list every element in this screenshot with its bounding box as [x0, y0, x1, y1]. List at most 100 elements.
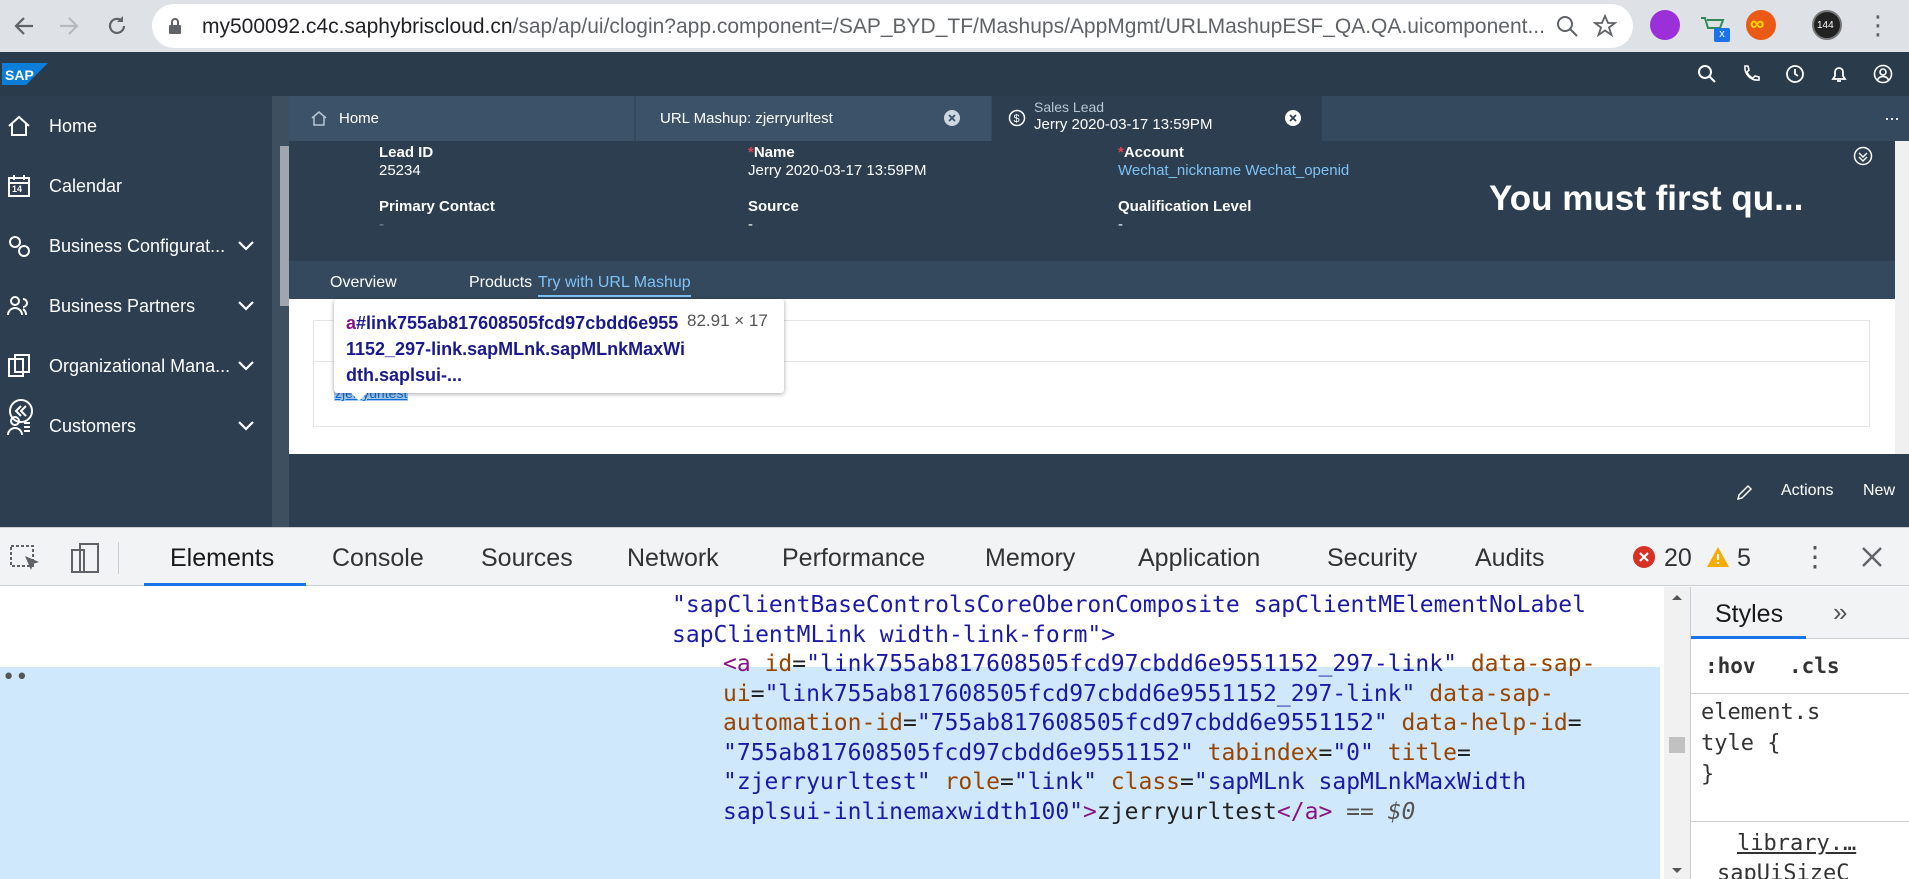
devtools-menu-button[interactable]: ⋮ — [1801, 540, 1829, 573]
stylesheet-link[interactable]: library.… — [1737, 831, 1856, 856]
address-bar[interactable]: my500092.c4c.saphybriscloud.cn/sap/ap/ui… — [152, 4, 1633, 48]
scroll-up-icon[interactable] — [1671, 593, 1683, 601]
element-style-rule[interactable]: element.s tyle { } — [1701, 697, 1901, 790]
tab-label: URL Mashup: zjerryurltest — [660, 110, 833, 127]
qualification-value: - — [1118, 216, 1123, 233]
sidebar-item-customers[interactable]: Customers — [0, 396, 272, 456]
name-value: Jerry 2020-03-17 13:59PM — [748, 162, 927, 179]
account-link[interactable]: Wechat_nickname Wechat_openid — [1118, 162, 1349, 179]
styles-header: Styles » — [1691, 587, 1909, 639]
sidebar-item-label: Business Partners — [49, 295, 196, 316]
browser-menu-button[interactable]: ⋮ — [1865, 12, 1891, 38]
profile-badge: 144 — [1817, 20, 1834, 31]
collapse-sidebar-icon[interactable] — [8, 398, 34, 424]
phone-icon[interactable] — [1741, 64, 1761, 84]
devtools-toolbar: Elements Console Sources Network Perform… — [0, 528, 1909, 586]
shell-bar: SAP — [0, 52, 1909, 96]
workcenter-tabs: Home URL Mashup: zjerryurltest $ Sales L… — [289, 96, 1909, 141]
elements-scrollbar[interactable] — [1664, 587, 1690, 879]
inspect-element-icon[interactable] — [9, 542, 43, 574]
source-label: Source — [748, 198, 799, 215]
account-label: *Account — [1118, 144, 1184, 161]
scroll-down-icon[interactable] — [1671, 867, 1683, 875]
more-tabs-button[interactable]: ··· — [1884, 108, 1900, 129]
sidebar-item-label: Customers — [49, 415, 137, 436]
lead-id-label: Lead ID — [379, 144, 434, 161]
inspector-tooltip: a#link755ab817608505fcd97cbdd6e9551152_2… — [334, 299, 784, 393]
elements-tree[interactable]: •• "sapClientBaseControlsCoreOberonCompo… — [0, 587, 1660, 879]
tab-sales-lead[interactable]: $ Sales Lead Jerry 2020-03-17 13:59PM — [992, 96, 1322, 141]
zoom-icon[interactable] — [1555, 14, 1579, 38]
styles-filter-row: :hov .cls — [1691, 640, 1909, 694]
tab-overview[interactable]: Overview — [330, 274, 397, 292]
sidebar-item-business-partners[interactable]: Business Partners — [0, 276, 272, 336]
lead-header: Lead ID 25234 *Name Jerry 2020-03-17 13:… — [289, 141, 1895, 261]
close-icon[interactable] — [1284, 109, 1302, 127]
footer-action-bar: Actions New — [289, 454, 1909, 527]
forward-button[interactable] — [51, 8, 87, 44]
code-line: automation-id="755ab817608505fcd97cbdd6e… — [723, 710, 1582, 736]
chevron-down-icon[interactable] — [238, 421, 254, 431]
tab-memory[interactable]: Memory — [985, 544, 1075, 573]
cls-toggle[interactable]: .cls — [1789, 654, 1840, 678]
tab-network[interactable]: Network — [627, 544, 719, 573]
warning-count[interactable]: 5 — [1737, 544, 1751, 573]
star-icon[interactable] — [1593, 14, 1617, 38]
sidebar-item-calendar[interactable]: 14 Calendar — [0, 156, 272, 216]
hov-toggle[interactable]: :hov — [1705, 654, 1756, 678]
error-count[interactable]: 20 — [1664, 544, 1692, 573]
close-icon[interactable] — [1860, 545, 1884, 569]
sidebar-item-business-configuration[interactable]: Business Configurat... — [0, 216, 272, 276]
tab-audits[interactable]: Audits — [1475, 544, 1544, 573]
tab-performance[interactable]: Performance — [782, 544, 925, 573]
close-icon[interactable] — [943, 109, 961, 127]
partners-icon — [7, 296, 28, 316]
profile-avatar[interactable]: 144 — [1812, 10, 1842, 40]
collapse-header-icon[interactable] — [1853, 146, 1873, 166]
node-ellipsis[interactable]: •• — [2, 663, 29, 693]
tab-url-mashup[interactable]: URL Mashup: zjerryurltest — [636, 96, 991, 141]
url-text[interactable]: my500092.c4c.saphybriscloud.cn/sap/ap/ui… — [202, 15, 1672, 39]
qualification-message: You must first qu... — [1489, 179, 1804, 218]
actions-button[interactable]: Actions — [1781, 482, 1833, 500]
tab-console[interactable]: Console — [332, 544, 424, 573]
device-toolbar-icon[interactable] — [68, 542, 102, 574]
edit-icon[interactable] — [1736, 483, 1754, 501]
arrow-left-icon — [14, 17, 33, 35]
error-icon[interactable] — [1633, 546, 1655, 568]
sidebar-scrollbar-thumb[interactable] — [280, 146, 289, 306]
warning-icon[interactable] — [1706, 546, 1730, 568]
rule-selector: sapUiSizeC — [1717, 861, 1850, 879]
lock-icon[interactable] — [168, 18, 182, 34]
extension-cart-icon[interactable]: x — [1698, 10, 1730, 42]
chevron-down-icon[interactable] — [238, 241, 254, 251]
chevron-down-icon[interactable] — [238, 361, 254, 371]
tab-security[interactable]: Security — [1327, 544, 1417, 573]
bell-icon[interactable] — [1829, 64, 1849, 84]
extension-infinity-icon[interactable]: ∞ — [1746, 10, 1776, 40]
tab-home[interactable]: Home — [289, 96, 634, 141]
tab-products[interactable]: Products — [469, 274, 532, 292]
user-icon[interactable] — [1873, 64, 1893, 84]
reload-button[interactable] — [99, 8, 135, 44]
extension-purple-icon[interactable] — [1650, 10, 1680, 40]
code-line: "sapClientBaseControlsCoreOberonComposit… — [672, 592, 1586, 618]
search-icon[interactable] — [1697, 64, 1717, 84]
home-icon — [311, 111, 327, 126]
back-button[interactable] — [6, 8, 42, 44]
tab-sources[interactable]: Sources — [481, 544, 573, 573]
lead-id-value: 25234 — [379, 162, 421, 179]
active-tab-indicator — [1691, 636, 1806, 639]
more-panes-button[interactable]: » — [1833, 597, 1847, 628]
tab-application[interactable]: Application — [1138, 544, 1260, 573]
tab-elements[interactable]: Elements — [170, 544, 274, 573]
tab-styles[interactable]: Styles — [1715, 600, 1783, 629]
chevron-down-icon[interactable] — [238, 301, 254, 311]
clock-icon[interactable] — [1785, 64, 1805, 84]
scroll-thumb[interactable] — [1669, 737, 1685, 753]
sap-logo[interactable]: SAP — [2, 63, 48, 85]
sidebar-item-home[interactable]: Home — [0, 96, 272, 156]
tab-try-with-url-mashup[interactable]: Try with URL Mashup — [538, 274, 691, 297]
sidebar-item-organizational-management[interactable]: Organizational Mana... — [0, 336, 272, 396]
new-button[interactable]: New — [1863, 482, 1895, 500]
